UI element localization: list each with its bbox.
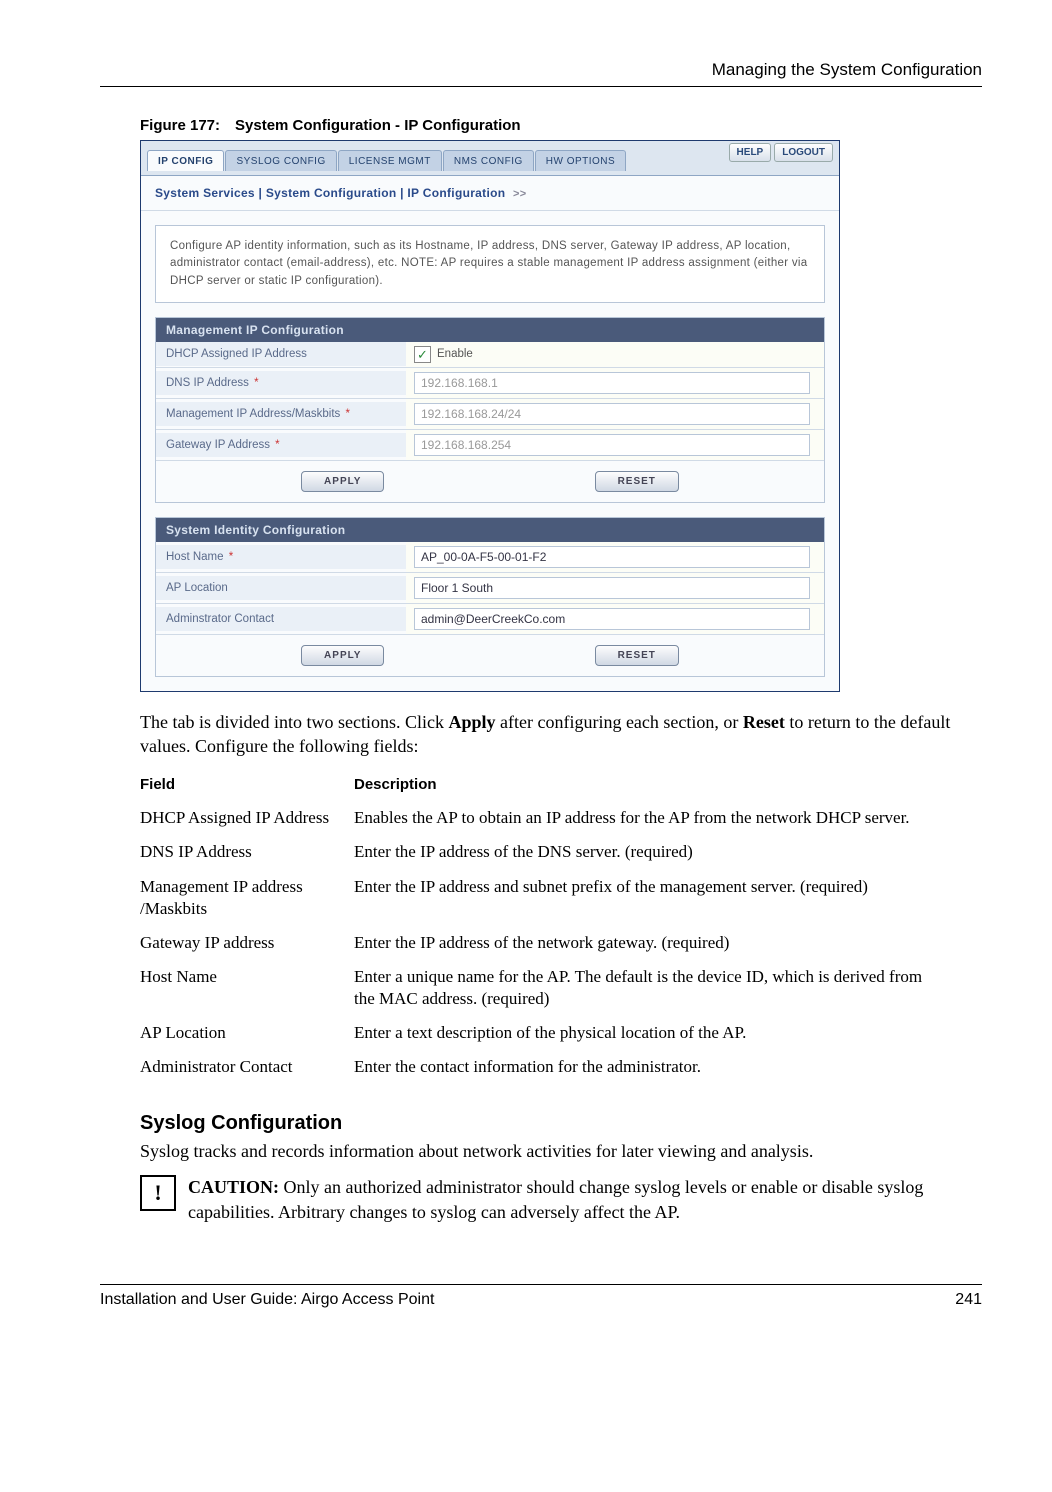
label-mgmt-ip: Management IP Address/Maskbits * — [156, 402, 406, 426]
table-row: DHCP Assigned IP AddressEnables the AP t… — [140, 801, 960, 835]
table-row: Administrator ContactEnter the contact i… — [140, 1050, 960, 1084]
table-row: Gateway IP addressEnter the IP address o… — [140, 926, 960, 960]
input-admin-contact[interactable] — [414, 608, 810, 630]
tab-ip-config[interactable]: IP CONFIG — [147, 150, 224, 171]
caution-block: ! CAUTION: Only an authorized administra… — [140, 1175, 982, 1224]
reset-button-panel1[interactable]: RESET — [595, 471, 679, 492]
page-footer: Installation and User Guide: Airgo Acces… — [100, 1284, 982, 1309]
checkbox-label: Enable — [437, 348, 473, 360]
caution-icon: ! — [140, 1175, 176, 1211]
table-header-description: Description — [354, 768, 960, 801]
label-hostname: Host Name * — [156, 545, 406, 569]
input-gateway[interactable] — [414, 434, 810, 456]
label-dhcp: DHCP Assigned IP Address — [156, 342, 406, 366]
tab-syslog-config[interactable]: SYSLOG CONFIG — [225, 150, 336, 171]
row-dhcp: DHCP Assigned IP Address ✓ Enable — [156, 342, 824, 368]
row-ap-location: AP Location — [156, 573, 824, 604]
help-button[interactable]: HELP — [729, 143, 772, 162]
section-text-syslog: Syslog tracks and records information ab… — [140, 1139, 982, 1163]
screenshot: IP CONFIG SYSLOG CONFIG LICENSE MGMT NMS… — [140, 140, 840, 692]
footer-left: Installation and User Guide: Airgo Acces… — [100, 1291, 434, 1309]
table-row: DNS IP AddressEnter the IP address of th… — [140, 835, 960, 869]
body-paragraph-1: The tab is divided into two sections. Cl… — [140, 710, 982, 759]
row-gateway: Gateway IP Address * — [156, 430, 824, 461]
apply-button-panel2[interactable]: APPLY — [301, 645, 384, 666]
screenshot-container: IP CONFIG SYSLOG CONFIG LICENSE MGMT NMS… — [140, 140, 840, 692]
label-admin-contact: Adminstrator Contact — [156, 607, 406, 631]
row-dns: DNS IP Address * — [156, 368, 824, 399]
label-gateway: Gateway IP Address * — [156, 433, 406, 457]
breadcrumb-text: System Services | System Configuration |… — [155, 186, 505, 200]
table-row: Host NameEnter a unique name for the AP.… — [140, 960, 960, 1016]
logout-button[interactable]: LOGOUT — [774, 143, 833, 162]
label-dns: DNS IP Address * — [156, 371, 406, 395]
footer-page-number: 241 — [955, 1291, 982, 1309]
row-mgmt-ip: Management IP Address/Maskbits * — [156, 399, 824, 430]
info-description: Configure AP identity information, such … — [155, 225, 825, 303]
caution-text: CAUTION: Only an authorized administrato… — [188, 1175, 982, 1224]
panel2-button-row: APPLY RESET — [156, 635, 824, 676]
tab-license-mgmt[interactable]: LICENSE MGMT — [338, 150, 442, 171]
row-admin-contact: Adminstrator Contact — [156, 604, 824, 635]
figure-caption: Figure 177: System Configuration - IP Co… — [140, 117, 982, 134]
breadcrumb-chevron-icon: >> — [513, 188, 526, 200]
section-heading-syslog: Syslog Configuration — [140, 1112, 982, 1135]
panel-system-identity: System Identity Configuration Host Name … — [155, 517, 825, 677]
panel-management-ip: Management IP Configuration DHCP Assigne… — [155, 317, 825, 503]
table-header-field: Field — [140, 768, 354, 801]
checkmark-icon: ✓ — [414, 346, 431, 363]
field-description-table: Field Description DHCP Assigned IP Addre… — [140, 768, 960, 1084]
input-mgmt-ip[interactable] — [414, 403, 810, 425]
table-row: Management IP address /MaskbitsEnter the… — [140, 870, 960, 926]
input-ap-location[interactable] — [414, 577, 810, 599]
checkbox-dhcp-enable[interactable]: ✓ Enable — [414, 346, 816, 363]
tabs-bar: IP CONFIG SYSLOG CONFIG LICENSE MGMT NMS… — [141, 141, 839, 176]
tab-nms-config[interactable]: NMS CONFIG — [443, 150, 534, 171]
panel-system-identity-header: System Identity Configuration — [156, 518, 824, 542]
label-ap-location: AP Location — [156, 576, 406, 600]
panel1-button-row: APPLY RESET — [156, 461, 824, 502]
panel-management-ip-header: Management IP Configuration — [156, 318, 824, 342]
input-dns[interactable] — [414, 372, 810, 394]
header-section-title: Managing the System Configuration — [100, 60, 982, 80]
header-rule — [100, 86, 982, 87]
row-hostname: Host Name * — [156, 542, 824, 573]
input-hostname[interactable] — [414, 546, 810, 568]
breadcrumb: System Services | System Configuration |… — [141, 176, 839, 211]
tab-hw-options[interactable]: HW OPTIONS — [535, 150, 626, 171]
apply-button-panel1[interactable]: APPLY — [301, 471, 384, 492]
table-row: AP LocationEnter a text description of t… — [140, 1016, 960, 1050]
reset-button-panel2[interactable]: RESET — [595, 645, 679, 666]
